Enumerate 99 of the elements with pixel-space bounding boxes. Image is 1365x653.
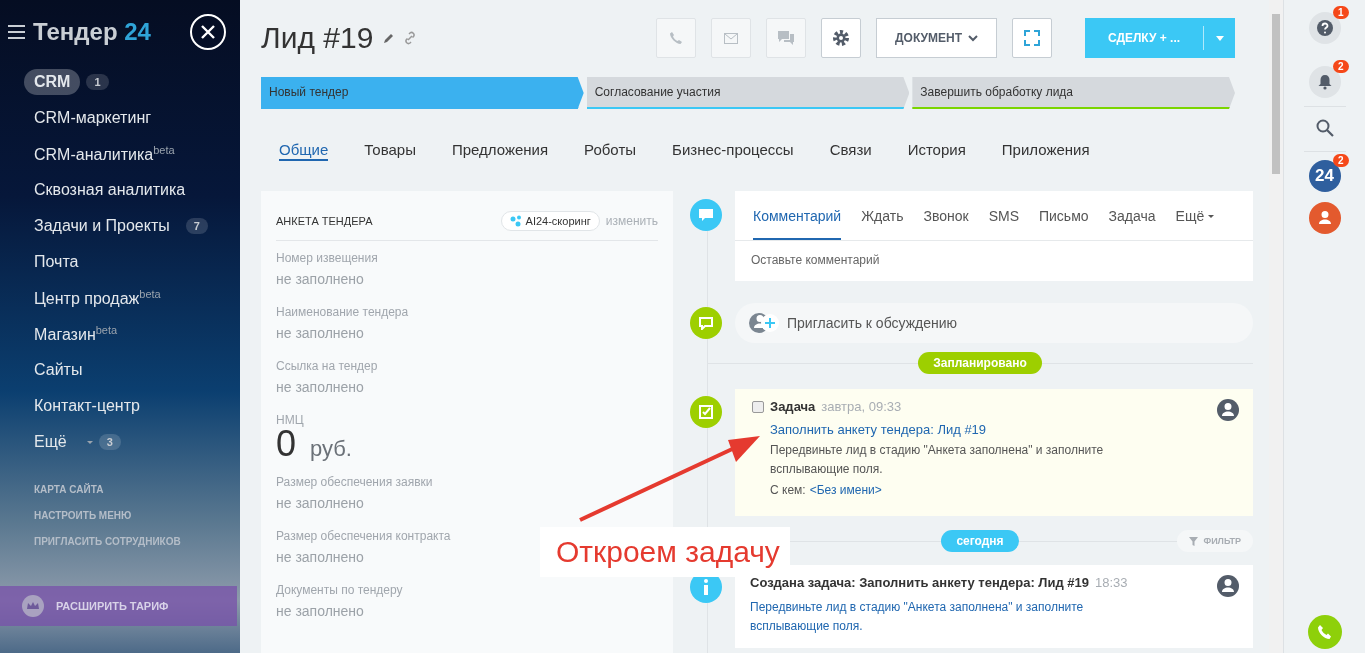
field-label: Номер извещения [276,251,378,265]
menu-item[interactable]: Контакт-центр [24,393,150,419]
scoring-button[interactable]: AI24-скоринг [500,210,600,231]
user-avatar-icon [1217,399,1239,421]
history-link[interactable]: Передвиньте лид в стадию "Анкета заполнена" и заполните всплывающие поля. [750,598,1150,636]
counter-badge: 1 [1332,6,1349,19]
section-label: сегодня [941,530,1019,552]
field-value: не заполнено [276,325,364,341]
task-description: Передвиньте лид в стадию "Анкета заполнена" и заполните всплывающие поля. [770,442,1105,478]
tab[interactable]: Связи [829,131,872,161]
checkbox[interactable] [752,400,764,413]
menu-item[interactable]: Задачи и Проекты [24,213,180,239]
comment-field[interactable]: Оставьте комментарий [735,241,1253,281]
field-label: Наименование тендера [276,305,409,319]
card-title: АНКЕТА ТЕНДЕРА [276,214,374,227]
counter-badge: 1 [86,74,109,90]
with-label: С кем: [770,483,806,497]
profile-button[interactable] [1308,202,1341,234]
menu-icon[interactable] [8,25,25,39]
envelope-icon [724,32,739,44]
menu-item[interactable]: Центр продаж$^{beta}$ [24,283,171,313]
tab[interactable]: Общие [279,131,329,161]
stage-step[interactable]: Завершить обработку лида [912,77,1235,109]
crown-icon [22,595,44,617]
menu-item[interactable]: CRM-аналитика$^{beta}$ [24,139,185,169]
add-user-icon [749,311,779,335]
user-avatar-icon [1217,575,1239,597]
menu-item[interactable]: CRM [24,69,81,95]
field-label: Ссылка на тендер [276,359,378,373]
counter-badge: 2 [1332,154,1349,167]
stage-step[interactable]: Согласование участия [586,77,910,109]
menu-item[interactable]: Почта [24,249,89,275]
menu-item[interactable]: Сквозная аналитика [24,177,196,203]
funnel-icon [1189,536,1199,546]
task-icon [690,396,722,428]
tab[interactable]: Товары [364,131,416,161]
task-title: Задача [770,399,816,414]
annotation-note: Откроем задачу [540,527,790,577]
field-value: не заполнено [276,379,364,395]
chat-icon [778,31,795,45]
tab[interactable]: Роботы [584,131,637,161]
tab[interactable]: Предложения [451,131,549,161]
logo: Тендер 24 [33,18,151,46]
field-value: не заполнено [276,495,364,511]
menu-item[interactable]: Ещё [24,429,77,455]
task-link[interactable]: Заполнить анкету тендера: Лид #19 [770,422,1239,437]
composer-tab[interactable]: SMS [988,191,1019,240]
document-button[interactable]: ДОКУМЕНТ [876,18,997,58]
composer-tab[interactable]: Ждать [861,191,904,240]
stage-step[interactable]: Новый тендер [261,77,584,109]
counter-badge: 2 [1332,60,1349,73]
tab[interactable]: Приложения [1001,131,1090,161]
task-time: завтра, 09:33 [821,399,902,414]
history-time: 18:33 [1095,575,1128,590]
nodes-icon [509,214,522,227]
phone-icon [669,31,684,45]
link-icon[interactable] [403,31,418,45]
chat-button[interactable] [766,18,807,58]
gear-icon [832,29,851,47]
close-button[interactable] [190,14,226,50]
corners-icon [1023,29,1041,47]
mail-button[interactable] [711,18,752,58]
field-value: не заполнено [276,549,364,565]
caret-icon[interactable] [1215,35,1224,41]
tab[interactable]: История [907,131,966,161]
invite-button[interactable]: Пригласить к обсуждению [735,303,1253,343]
field-value: не заполнено [276,271,364,287]
call-button[interactable] [1307,615,1342,649]
tab[interactable]: Бизнес-процессы [672,131,794,161]
menu-item[interactable]: CRM-маркетинг [24,105,162,131]
question-icon [1316,20,1333,36]
refresh-button[interactable] [1012,18,1052,58]
composer-tab[interactable]: Звонок [923,191,969,240]
contact-link[interactable]: <Без имени> [809,483,882,497]
counter-badge: 3 [98,434,121,450]
chevron-icon [968,34,978,42]
close-icon [201,25,215,39]
composer-tab[interactable]: Комментарий [753,191,842,240]
page-title: Лид #19 [261,21,374,55]
history-title: Создана задача: Заполнить анкету тендера: Лид #19 [750,575,1089,590]
composer-tab[interactable]: Письмо [1039,191,1089,240]
field-value: не заполнено [276,603,364,619]
search-icon[interactable] [1315,119,1334,137]
menu-item[interactable]: Магазин$^{beta}$ [24,319,128,349]
currency-label: руб. [310,436,352,462]
settings-button[interactable] [821,18,862,58]
field-label: Размер обеспечения контракта [276,529,451,543]
counter-badge: 7 [185,218,208,234]
composer-tab[interactable]: Задача [1108,191,1156,240]
phone-icon [1316,624,1333,640]
menu-item[interactable]: Сайты [24,357,93,383]
composer-tab[interactable]: Ещё [1175,191,1215,240]
pencil-icon[interactable] [383,32,396,44]
field-label: Размер обеспечения заявки [276,475,433,489]
section-label: Запланировано [918,352,1042,374]
bell-icon [1317,74,1332,90]
comment-icon [690,199,722,231]
field-label: Документы по тендеру [276,583,403,597]
chat-icon [690,307,722,339]
